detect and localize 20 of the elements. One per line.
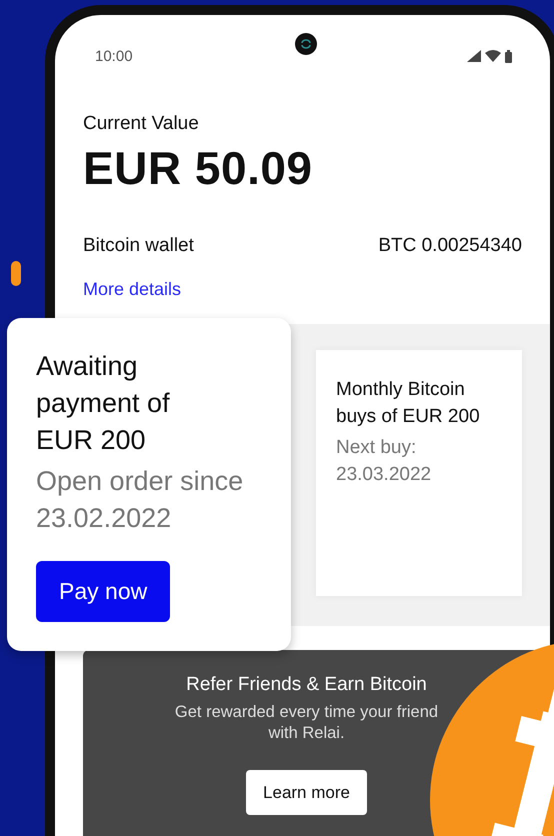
wifi-icon bbox=[485, 50, 501, 62]
referral-text: Get rewarded every time your friend bbox=[174, 702, 438, 722]
side-handle bbox=[11, 261, 21, 286]
learn-more-button[interactable]: Learn more bbox=[246, 770, 367, 815]
next-buy-text: Next buy: 23.03.2022 bbox=[336, 436, 432, 487]
referral-text: with Relai. bbox=[268, 723, 345, 744]
signal-icon bbox=[467, 50, 481, 62]
more-details-link[interactable]: More details bbox=[83, 279, 182, 300]
status-time: 10:00 bbox=[95, 48, 133, 64]
balance-amount: EUR 50.09 bbox=[83, 141, 314, 195]
order-title: Awaiting payment of EUR 200 bbox=[36, 350, 171, 457]
balance-label: Current Value bbox=[83, 113, 200, 135]
camera-icon bbox=[295, 33, 317, 55]
battery-icon bbox=[505, 50, 512, 62]
order-subtitle: Open order since 23.02.2022 bbox=[36, 465, 244, 535]
referral-title: Refer Friends & Earn Bitcoin bbox=[186, 674, 427, 696]
pay-now-button[interactable]: Pay now bbox=[36, 561, 170, 622]
wallet-name: Bitcoin wallet bbox=[83, 235, 194, 257]
wallet-amount: BTC 0.00254340 bbox=[378, 235, 522, 257]
plan-title: Monthly Bitcoin buys of EUR 200 bbox=[336, 378, 481, 429]
